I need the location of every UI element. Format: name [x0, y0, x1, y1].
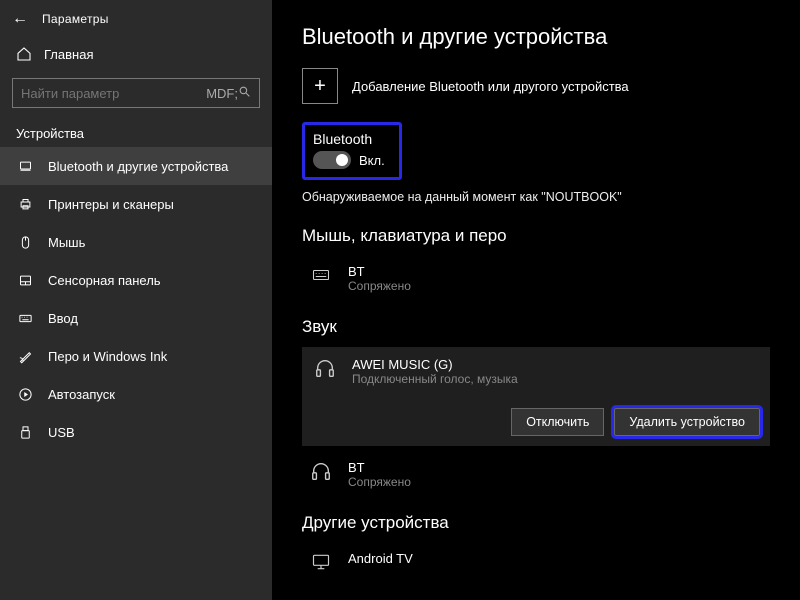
device-status: Сопряжено	[348, 279, 411, 293]
device-item[interactable]: BT Сопряжено	[302, 452, 770, 497]
device-item-selected[interactable]: AWEI MUSIC (G) Подключенный голос, музык…	[302, 347, 770, 446]
section-sound: Звук	[302, 317, 770, 337]
sidebar-item-home[interactable]: Главная	[0, 36, 272, 72]
touchpad-icon	[16, 272, 34, 288]
monitor-icon	[308, 551, 334, 573]
sidebar-item-typing[interactable]: Ввод	[0, 299, 272, 337]
main-content: Bluetooth и другие устройства + Добавлен…	[272, 0, 800, 600]
device-action-row: Отключить Удалить устройство	[511, 408, 760, 436]
sidebar-item-usb[interactable]: USB	[0, 413, 272, 451]
sidebar-item-label: Bluetooth и другие устройства	[48, 159, 228, 174]
device-name: BT	[348, 264, 411, 279]
search-icon: MDF;	[206, 86, 238, 101]
sidebar-item-label: USB	[48, 425, 75, 440]
app-title: Параметры	[42, 12, 109, 26]
bluetooth-toggle-state: Вкл.	[359, 153, 385, 168]
headphones-icon	[308, 460, 334, 482]
title-bar: ← Параметры	[0, 0, 272, 36]
plus-icon: +	[302, 68, 338, 104]
bluetooth-toggle[interactable]	[313, 151, 351, 169]
page-title: Bluetooth и другие устройства	[302, 24, 770, 50]
keyboard-icon	[16, 310, 34, 326]
bluetooth-heading: Bluetooth	[313, 131, 385, 147]
device-name: BT	[348, 460, 411, 475]
device-status: Подключенный голос, музыка	[352, 372, 518, 386]
headphones-icon	[312, 357, 338, 379]
printer-icon	[16, 196, 34, 212]
sidebar-item-label: Мышь	[48, 235, 85, 250]
section-mouse-keyboard: Мышь, клавиатура и перо	[302, 226, 770, 246]
disconnect-button[interactable]: Отключить	[511, 408, 604, 436]
bluetooth-toggle-highlight: Bluetooth Вкл.	[302, 122, 402, 180]
search-icon	[238, 85, 251, 101]
search-input[interactable]: MDF;	[12, 78, 260, 108]
sidebar-item-bluetooth[interactable]: Bluetooth и другие устройства	[0, 147, 272, 185]
sidebar-section-label: Устройства	[0, 118, 272, 147]
usb-icon	[16, 424, 34, 440]
sidebar-item-label: Перо и Windows Ink	[48, 349, 167, 364]
sidebar-nav: Bluetooth и другие устройства Принтеры и…	[0, 147, 272, 451]
sidebar-item-autoplay[interactable]: Автозапуск	[0, 375, 272, 413]
keyboard-icon	[308, 264, 334, 286]
remove-device-button[interactable]: Удалить устройство	[614, 408, 760, 436]
sidebar-item-printers[interactable]: Принтеры и сканеры	[0, 185, 272, 223]
back-arrow-icon[interactable]: ←	[12, 10, 28, 28]
mouse-icon	[16, 234, 34, 250]
add-device-label: Добавление Bluetooth или другого устройс…	[352, 79, 629, 94]
sidebar-item-mouse[interactable]: Мышь	[0, 223, 272, 261]
sidebar-item-label: Принтеры и сканеры	[48, 197, 174, 212]
sidebar-item-label: Сенсорная панель	[48, 273, 161, 288]
autoplay-icon	[16, 386, 34, 402]
search-field[interactable]	[21, 86, 206, 101]
device-item[interactable]: Android TV	[302, 543, 770, 581]
pen-icon	[16, 348, 34, 364]
bluetooth-icon	[16, 158, 34, 174]
sidebar-item-pen[interactable]: Перо и Windows Ink	[0, 337, 272, 375]
device-name: Android TV	[348, 551, 413, 566]
sidebar-item-label: Ввод	[48, 311, 78, 326]
discoverable-status: Обнаруживаемое на данный момент как "NOU…	[302, 190, 770, 204]
bluetooth-toggle-row: Вкл.	[313, 151, 385, 169]
add-device-button[interactable]: + Добавление Bluetooth или другого устро…	[302, 68, 770, 104]
section-other-devices: Другие устройства	[302, 513, 770, 533]
device-name: AWEI MUSIC (G)	[352, 357, 518, 372]
sidebar-item-touchpad[interactable]: Сенсорная панель	[0, 261, 272, 299]
device-status: Сопряжено	[348, 475, 411, 489]
home-label: Главная	[44, 47, 93, 62]
home-icon	[16, 46, 32, 62]
device-item[interactable]: BT Сопряжено	[302, 256, 770, 301]
sidebar: ← Параметры Главная MDF; Устройства Blu…	[0, 0, 272, 600]
sidebar-item-label: Автозапуск	[48, 387, 115, 402]
